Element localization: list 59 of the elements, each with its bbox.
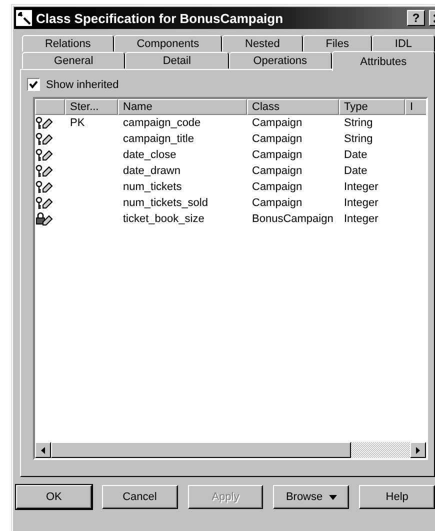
tab[interactable]: Nested [222, 35, 303, 52]
table-cell: Date [344, 165, 368, 177]
tab[interactable]: IDL [372, 35, 435, 52]
dialog-button[interactable]: OK [16, 485, 92, 509]
key-pencil-icon [35, 196, 53, 210]
key-pencil-icon [35, 132, 53, 146]
tab[interactable]: Operations [228, 52, 332, 69]
dialog-button[interactable]: Browse [273, 485, 350, 509]
tab[interactable]: Relations [22, 35, 114, 52]
table-cell: Date [344, 149, 368, 161]
table-cell: campaign_title [123, 133, 194, 145]
scroll-left-button[interactable] [35, 442, 51, 458]
table-cell: ticket_book_size [123, 213, 204, 225]
tab[interactable]: Components [114, 35, 222, 52]
table-cell: PK [70, 117, 85, 129]
table-cell: num_tickets [123, 181, 182, 193]
key-pencil-icon [35, 164, 53, 178]
scroll-thumb[interactable] [51, 442, 351, 458]
table-cell: Campaign [252, 133, 302, 145]
key-pencil-icon [35, 148, 53, 162]
column-header[interactable]: Name [118, 99, 247, 115]
table-cell: Campaign [252, 197, 302, 209]
table-cell: campaign_code [123, 117, 201, 129]
tab[interactable]: Attributes [332, 51, 435, 71]
table-cell: Campaign [252, 165, 302, 177]
table-cell: BonusCampaign [252, 213, 334, 225]
table-cell: Integer [344, 197, 378, 209]
table-cell: Campaign [252, 117, 302, 129]
checkbox[interactable] [27, 78, 40, 91]
window-title: Class Specification for BonusCampaign [36, 10, 284, 26]
column-header[interactable] [35, 99, 65, 115]
table-cell: Campaign [252, 181, 302, 193]
scroll-right-button[interactable] [410, 442, 426, 458]
table-cell: String [344, 133, 373, 145]
column-header[interactable]: Ster... [65, 99, 118, 115]
column-header[interactable]: Class [247, 99, 339, 115]
left-arrow-icon [41, 446, 45, 454]
tab[interactable]: Files [302, 35, 372, 52]
show-inherited-checkbox[interactable]: Show inherited [27, 78, 119, 91]
tab[interactable]: Detail [125, 52, 228, 69]
dialog-button[interactable]: Cancel [102, 485, 178, 509]
lock-pencil-icon [35, 212, 53, 226]
table-cell: num_tickets_sold [123, 197, 208, 209]
help-button[interactable]: ? [407, 10, 425, 26]
table-cell: date_drawn [123, 165, 180, 177]
column-header[interactable]: I [405, 99, 426, 115]
horizontal-scrollbar[interactable] [35, 442, 426, 458]
key-pencil-icon [35, 180, 53, 194]
table-cell: Integer [344, 213, 378, 225]
key-pencil-icon [35, 116, 53, 130]
table-cell: Integer [344, 181, 378, 193]
table-cell: date_close [123, 149, 176, 161]
dialog-button[interactable]: Help [359, 485, 435, 509]
tab[interactable]: General [22, 52, 126, 69]
table-cell: Campaign [252, 149, 302, 161]
table-cell: String [344, 117, 373, 129]
column-header[interactable]: Type [339, 99, 405, 115]
app-icon [16, 10, 32, 26]
right-arrow-icon [416, 446, 420, 454]
